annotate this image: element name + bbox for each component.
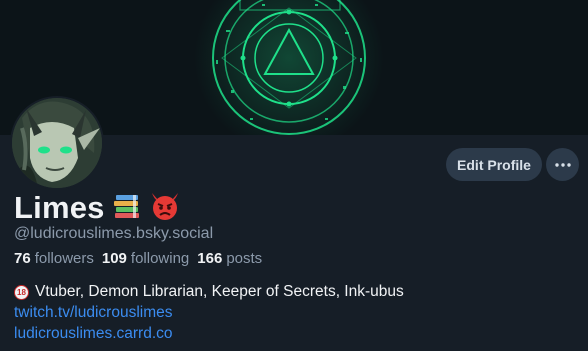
edit-profile-button[interactable]: Edit Profile bbox=[446, 148, 542, 181]
followers-stat[interactable]: 76 followers bbox=[14, 250, 94, 267]
following-count: 109 bbox=[101, 250, 127, 267]
posts-stat: 166 posts bbox=[197, 250, 262, 267]
edit-profile-label: Edit Profile bbox=[457, 156, 531, 173]
bio-text: Vtuber, Demon Librarian, Keeper of Secre… bbox=[35, 283, 404, 300]
followers-label: followers bbox=[34, 250, 94, 267]
age-18-icon: 18 bbox=[14, 284, 29, 300]
more-options-button[interactable] bbox=[546, 148, 579, 181]
twitch-link[interactable]: twitch.tv/ludicrouslimes bbox=[14, 303, 404, 323]
bio-description: 18 Vtuber, Demon Librarian, Keeper of Se… bbox=[14, 282, 404, 302]
display-name-row: Limes bbox=[14, 190, 181, 226]
avatar-illustration bbox=[12, 98, 102, 188]
profile-bio: 18 Vtuber, Demon Librarian, Keeper of Se… bbox=[14, 282, 404, 344]
posts-count: 166 bbox=[197, 250, 223, 267]
avatar[interactable] bbox=[10, 96, 104, 190]
angry-devil-icon bbox=[149, 191, 181, 226]
books-icon bbox=[113, 193, 141, 224]
carrd-link[interactable]: ludicrouslimes.carrd.co bbox=[14, 324, 404, 344]
display-name: Limes bbox=[14, 190, 105, 225]
ellipsis-icon bbox=[554, 162, 571, 167]
following-stat[interactable]: 109 following bbox=[102, 250, 189, 267]
posts-label: posts bbox=[226, 250, 263, 267]
followers-count: 76 bbox=[14, 250, 31, 267]
profile-handle: @ludicrouslimes.bsky.social bbox=[14, 225, 214, 242]
profile-stats: 76 followers 109 following 166 posts bbox=[14, 250, 262, 267]
following-label: following bbox=[130, 250, 190, 267]
